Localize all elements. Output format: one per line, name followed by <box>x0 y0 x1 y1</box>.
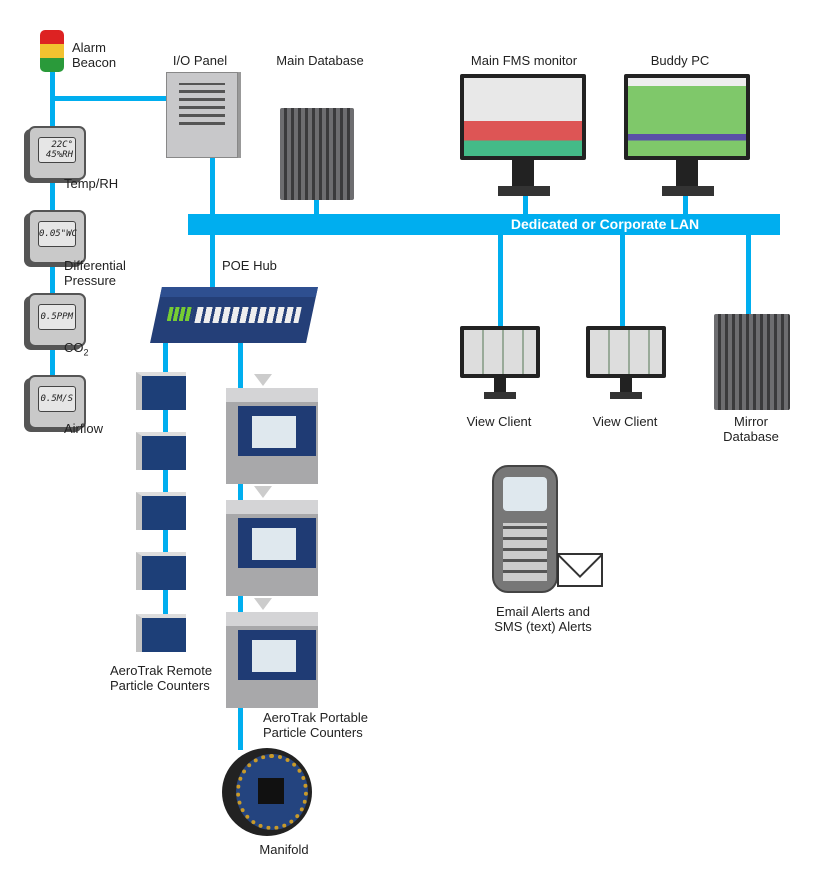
funnel-icon <box>254 374 272 386</box>
buddy-pc-label: Buddy PC <box>650 53 710 68</box>
portable-particle-counter-icon <box>226 388 318 484</box>
view-client-1-label: View Client <box>466 414 532 429</box>
email-envelope-icon <box>557 553 603 587</box>
main-fms-monitor-icon <box>460 72 586 200</box>
manifold-label: Manifold <box>259 842 309 857</box>
funnel-icon <box>254 486 272 498</box>
alerts-label: Email Alerts and SMS (text) Alerts <box>494 604 592 634</box>
view-client-1-monitor-icon <box>460 326 540 402</box>
manifold-icon <box>222 748 312 836</box>
differential-pressure-sensor-icon: 0.05"WC <box>28 210 86 264</box>
io-panel-icon <box>166 72 238 158</box>
view-client-2-label: View Client <box>592 414 658 429</box>
buddy-pc-monitor-icon <box>624 72 750 200</box>
temp-rh-sensor-icon: 22C° 45%RH <box>28 126 86 180</box>
main-database-server-icon <box>280 108 354 200</box>
portable-particle-counter-icon <box>226 612 318 708</box>
co2-label: CO2 <box>64 340 89 358</box>
co2-sensor-icon: 0.5PPM <box>28 293 86 347</box>
lan-to-client2-line <box>620 234 625 329</box>
portable-particle-counter-icon <box>226 500 318 596</box>
lan-to-mirror-line <box>746 234 751 314</box>
lan-to-client1-line <box>498 234 503 329</box>
remote-particle-counter-icon <box>136 432 186 470</box>
main-database-label: Main Database <box>276 53 364 68</box>
network-diagram: Dedicated or Corporate LAN Alarm Beacon 2… <box>0 0 838 888</box>
view-client-2-monitor-icon <box>586 326 666 402</box>
alarm-beacon-label: Alarm Beacon <box>72 40 117 70</box>
funnel-icon <box>254 598 272 610</box>
lan-label: Dedicated or Corporate LAN <box>510 216 700 232</box>
airflow-label: Airflow <box>64 421 104 436</box>
main-fms-monitor-label: Main FMS monitor <box>470 53 578 68</box>
alarm-beacon-icon <box>40 30 64 72</box>
io-panel-label: I/O Panel <box>172 53 228 68</box>
remote-counters-label: AeroTrak Remote Particle Counters <box>110 663 213 693</box>
mirror-database-server-icon <box>714 314 790 410</box>
remote-particle-counter-icon <box>136 492 186 530</box>
poe-hub-label: POE Hub <box>222 258 277 273</box>
lan-bar: Dedicated or Corporate LAN <box>188 214 780 235</box>
remote-particle-counter-icon <box>136 372 186 410</box>
remote-particle-counter-icon <box>136 552 186 590</box>
poe-hub-icon <box>150 287 318 343</box>
mirror-database-label: Mirror Database <box>723 414 779 444</box>
mobile-phone-icon <box>492 465 558 593</box>
portable-counters-label: AeroTrak Portable Particle Counters <box>263 710 369 740</box>
beacon-to-io-line <box>50 96 168 101</box>
differential-pressure-label: Differential Pressure <box>64 258 126 288</box>
remote-particle-counter-icon <box>136 614 186 652</box>
temp-rh-label: Temp/RH <box>64 176 119 191</box>
